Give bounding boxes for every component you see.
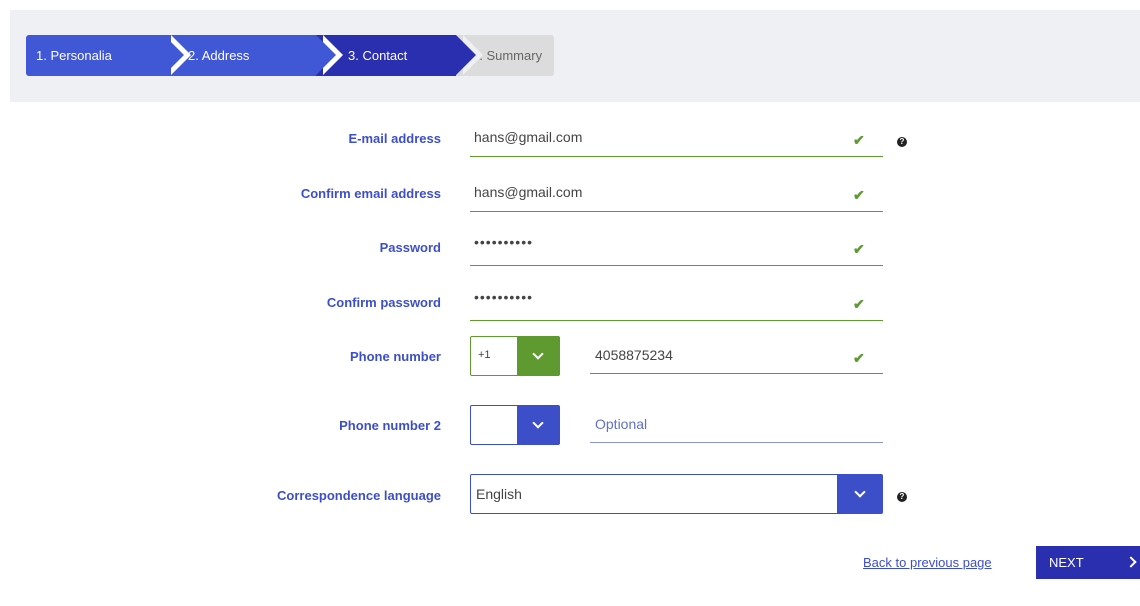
password-field[interactable]: •••••••••• (470, 230, 883, 266)
next-button[interactable]: NEXT (1036, 546, 1140, 579)
step-arrow (164, 35, 184, 75)
step-label: 2. Address (188, 48, 250, 63)
language-value: English (476, 486, 522, 502)
check-icon: ✔ (853, 241, 865, 257)
dropdown-button[interactable] (517, 337, 559, 375)
confirm-email-field[interactable]: hans@gmail.com (470, 176, 883, 212)
phone-prefix-value: +1 (478, 349, 491, 361)
top-strip (0, 0, 1140, 10)
step-label: 1. Personalia (36, 48, 112, 63)
phone2-placeholder: Optional (595, 416, 648, 432)
step-personalia[interactable]: 1. Personalia (26, 35, 191, 76)
email-value: hans@gmail.com (474, 129, 583, 145)
check-icon: ✔ (853, 187, 865, 203)
back-link[interactable]: Back to previous page (863, 555, 992, 570)
phone2-label: Phone number 2 (339, 418, 441, 433)
check-icon: ✔ (853, 132, 865, 148)
progress-stepper: 1. Personalia 2. Address 3. Contact 4. S… (26, 35, 554, 76)
help-icon[interactable]: ? (897, 137, 907, 147)
confirm-email-label: Confirm email address (300, 186, 441, 201)
check-icon: ✔ (853, 296, 865, 312)
help-icon[interactable]: ? (897, 492, 907, 502)
confirm-password-value: •••••••••• (474, 289, 534, 305)
email-label: E-mail address (348, 131, 442, 146)
step-arrow (456, 35, 476, 75)
step-arrow (316, 35, 336, 75)
chevron-down-icon (853, 486, 866, 498)
phone-prefix-select[interactable]: +1 (470, 336, 560, 376)
phone-number-input[interactable]: 4058875234 (590, 338, 883, 374)
password-value: •••••••••• (474, 234, 534, 250)
phone-number-value: 4058875234 (595, 347, 673, 363)
step-label: 3. Contact (348, 48, 408, 63)
phone2-number-input[interactable]: Optional (590, 407, 883, 443)
chevron-down-icon (532, 348, 544, 360)
email-field[interactable]: hans@gmail.com (470, 121, 883, 157)
confirm-email-value: hans@gmail.com (474, 184, 583, 200)
check-icon: ✔ (853, 350, 865, 366)
confirm-password-label: Confirm password (326, 295, 441, 310)
dropdown-button[interactable] (517, 406, 559, 444)
language-label: Correspondence language (277, 488, 441, 503)
password-label: Password (379, 240, 441, 255)
chevron-right-icon (1125, 556, 1137, 568)
chevron-down-icon (532, 417, 544, 429)
language-select[interactable]: English (470, 474, 883, 514)
phone2-prefix-select[interactable] (470, 405, 560, 445)
phone-label: Phone number (349, 349, 441, 364)
confirm-password-field[interactable]: •••••••••• (470, 285, 883, 321)
next-button-label: NEXT (1049, 555, 1084, 570)
dropdown-button[interactable] (837, 475, 882, 513)
